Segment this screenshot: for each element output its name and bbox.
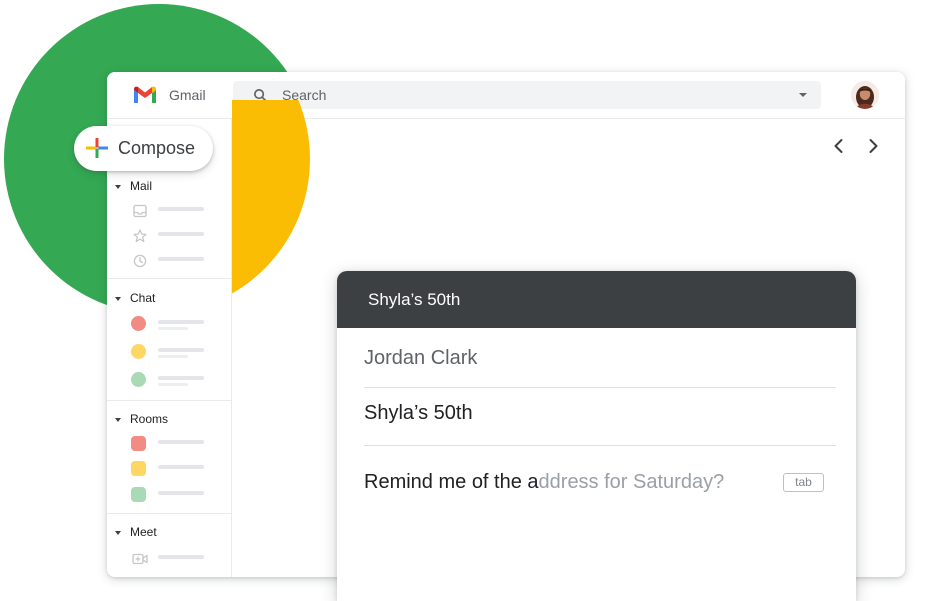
sidebar-section-rooms[interactable]: Rooms (115, 412, 168, 426)
placeholder-line (158, 440, 204, 444)
typed-text: Remind me of the a (364, 471, 539, 493)
sidebar-item-starred[interactable] (107, 227, 231, 245)
collapse-triangle-icon (115, 184, 121, 189)
sidebar-item-room-3[interactable] (107, 486, 231, 504)
avatar[interactable] (851, 81, 879, 109)
placeholder-line (158, 355, 188, 358)
sidebar-item-room-1[interactable] (107, 435, 231, 453)
top-bar: Gmail Search (107, 72, 905, 119)
collapse-triangle-icon (115, 417, 121, 422)
sidebar-item-chat-1[interactable] (107, 315, 231, 333)
inbox-icon (133, 204, 147, 218)
placeholder-line (158, 232, 204, 236)
compose-window-title: Shyla’s 50th (368, 290, 461, 309)
chat-avatar-dot (131, 372, 146, 387)
recipient-field[interactable]: Jordan Clark (364, 347, 477, 370)
chat-avatar-dot (131, 344, 146, 359)
sidebar-item-new-meeting[interactable] (107, 550, 231, 568)
placeholder-line (158, 327, 188, 330)
sidebar-section-title: Mail (130, 179, 153, 193)
collapse-triangle-icon (115, 530, 121, 535)
chevron-right-icon[interactable] (863, 136, 883, 156)
field-divider (364, 387, 836, 388)
chevron-left-icon[interactable] (829, 136, 849, 156)
star-icon (133, 229, 147, 243)
placeholder-line (158, 207, 204, 211)
sidebar-item-room-2[interactable] (107, 460, 231, 478)
placeholder-line (158, 383, 188, 386)
compose-button[interactable]: Compose (74, 126, 213, 171)
room-icon (131, 487, 146, 502)
app-name: Gmail (169, 87, 206, 103)
decorative-yellow-circle (232, 100, 322, 310)
sidebar-item-inbox[interactable] (107, 202, 231, 220)
section-divider (107, 400, 231, 401)
clock-icon (133, 254, 147, 268)
compose-label: Compose (118, 138, 196, 158)
placeholder-line (158, 348, 204, 352)
placeholder-line (158, 555, 204, 559)
sidebar: Mail Chat Rooms Meet (107, 119, 232, 577)
section-divider (107, 513, 231, 514)
field-divider (364, 445, 836, 446)
placeholder-line (158, 491, 204, 495)
sidebar-section-title: Rooms (130, 412, 169, 426)
section-divider (107, 278, 231, 279)
collapse-triangle-icon (115, 296, 121, 301)
sidebar-section-meet[interactable]: Meet (115, 525, 157, 539)
placeholder-line (158, 465, 204, 469)
avatar-image (851, 81, 879, 109)
pagination-arrows (829, 136, 889, 156)
compose-window: Shyla’s 50th Jordan Clark Shyla’s 50th R… (337, 271, 856, 601)
sidebar-section-mail[interactable]: Mail (115, 179, 152, 193)
sidebar-section-title: Chat (130, 291, 156, 305)
search-options-caret-icon[interactable] (799, 93, 807, 97)
sidebar-item-snoozed[interactable] (107, 252, 231, 270)
decorative-yellow-shape (232, 100, 310, 310)
sidebar-section-title: Meet (130, 525, 157, 539)
plus-icon (86, 138, 108, 158)
smart-compose-suggestion: ddress for Saturday? (538, 471, 725, 493)
sidebar-item-chat-3[interactable] (107, 371, 231, 389)
tab-key-hint: tab (783, 473, 824, 492)
placeholder-line (158, 257, 204, 261)
room-icon (131, 436, 146, 451)
room-icon (131, 461, 146, 476)
placeholder-line (158, 376, 204, 380)
compose-window-header[interactable]: Shyla’s 50th (337, 271, 856, 328)
message-body[interactable]: Remind me of the address for Saturday? (364, 471, 724, 494)
gmail-logo-icon (134, 86, 156, 103)
sidebar-item-chat-2[interactable] (107, 343, 231, 361)
chat-avatar-dot (131, 316, 146, 331)
sidebar-section-chat[interactable]: Chat (115, 291, 155, 305)
video-icon (132, 553, 148, 565)
subject-field[interactable]: Shyla’s 50th (364, 402, 473, 425)
placeholder-line (158, 320, 204, 324)
